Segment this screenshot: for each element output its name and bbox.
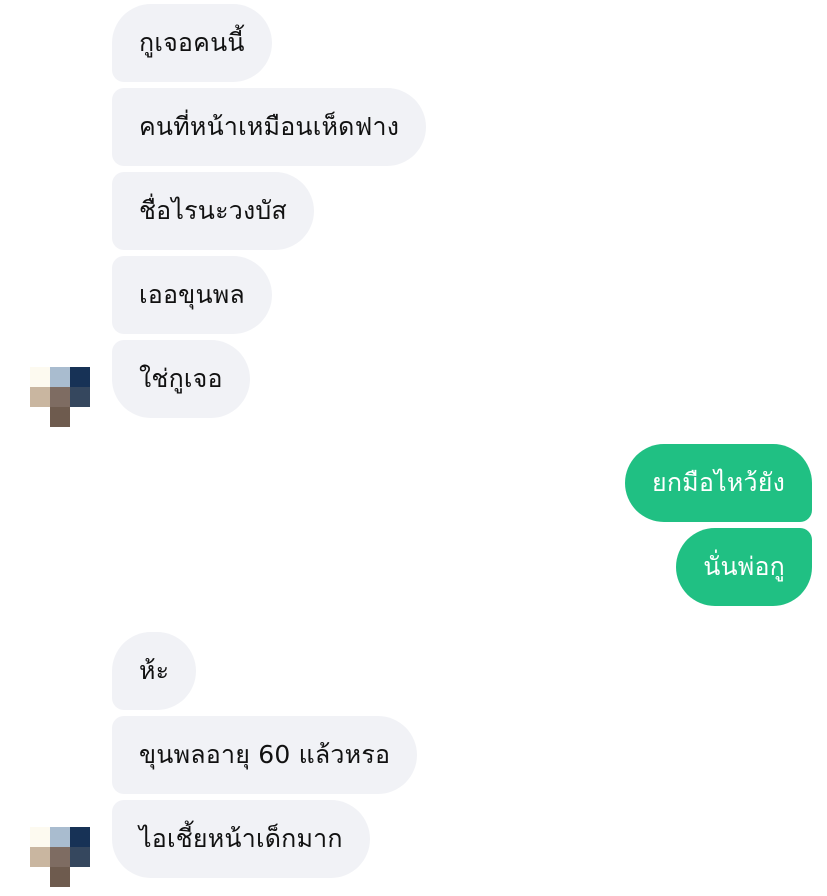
- incoming-message[interactable]: เออขุนพล: [112, 256, 272, 334]
- message-text: ไอเชี้ยหน้าเด็กมาก: [139, 824, 343, 853]
- sender-avatar-icon[interactable]: [30, 827, 90, 887]
- message-text: เออขุนพล: [139, 280, 245, 309]
- message-text: ชื่อไรนะวงบัส: [139, 196, 287, 225]
- message-text: นั่นพ่อกู: [703, 552, 785, 581]
- incoming-message[interactable]: ห้ะ: [112, 632, 197, 710]
- incoming-message[interactable]: กูเจอคนนี้: [112, 4, 272, 82]
- outgoing-message[interactable]: นั่นพ่อกู: [676, 528, 812, 606]
- incoming-message[interactable]: ใช่กูเจอ: [112, 340, 250, 418]
- message-text: ใช่กูเจอ: [139, 364, 223, 393]
- incoming-message[interactable]: ไอเชี้ยหน้าเด็กมาก: [112, 800, 370, 878]
- message-text: คนที่หน้าเหมือนเห็ดฟาง: [139, 112, 400, 141]
- incoming-message[interactable]: ชื่อไรนะวงบัส: [112, 172, 314, 250]
- outgoing-message[interactable]: ยกมือไหว้ยัง: [624, 444, 812, 522]
- incoming-message[interactable]: คนที่หน้าเหมือนเห็ดฟาง: [112, 88, 427, 166]
- message-text: ห้ะ: [139, 656, 170, 685]
- message-text: กูเจอคนนี้: [139, 28, 245, 57]
- message-text: ขุนพลอายุ 60 แล้วหรอ: [139, 740, 391, 769]
- message-text: ยกมือไหว้ยัง: [651, 468, 785, 497]
- sender-avatar-icon[interactable]: [30, 367, 90, 427]
- incoming-message[interactable]: ขุนพลอายุ 60 แล้วหรอ: [112, 716, 418, 794]
